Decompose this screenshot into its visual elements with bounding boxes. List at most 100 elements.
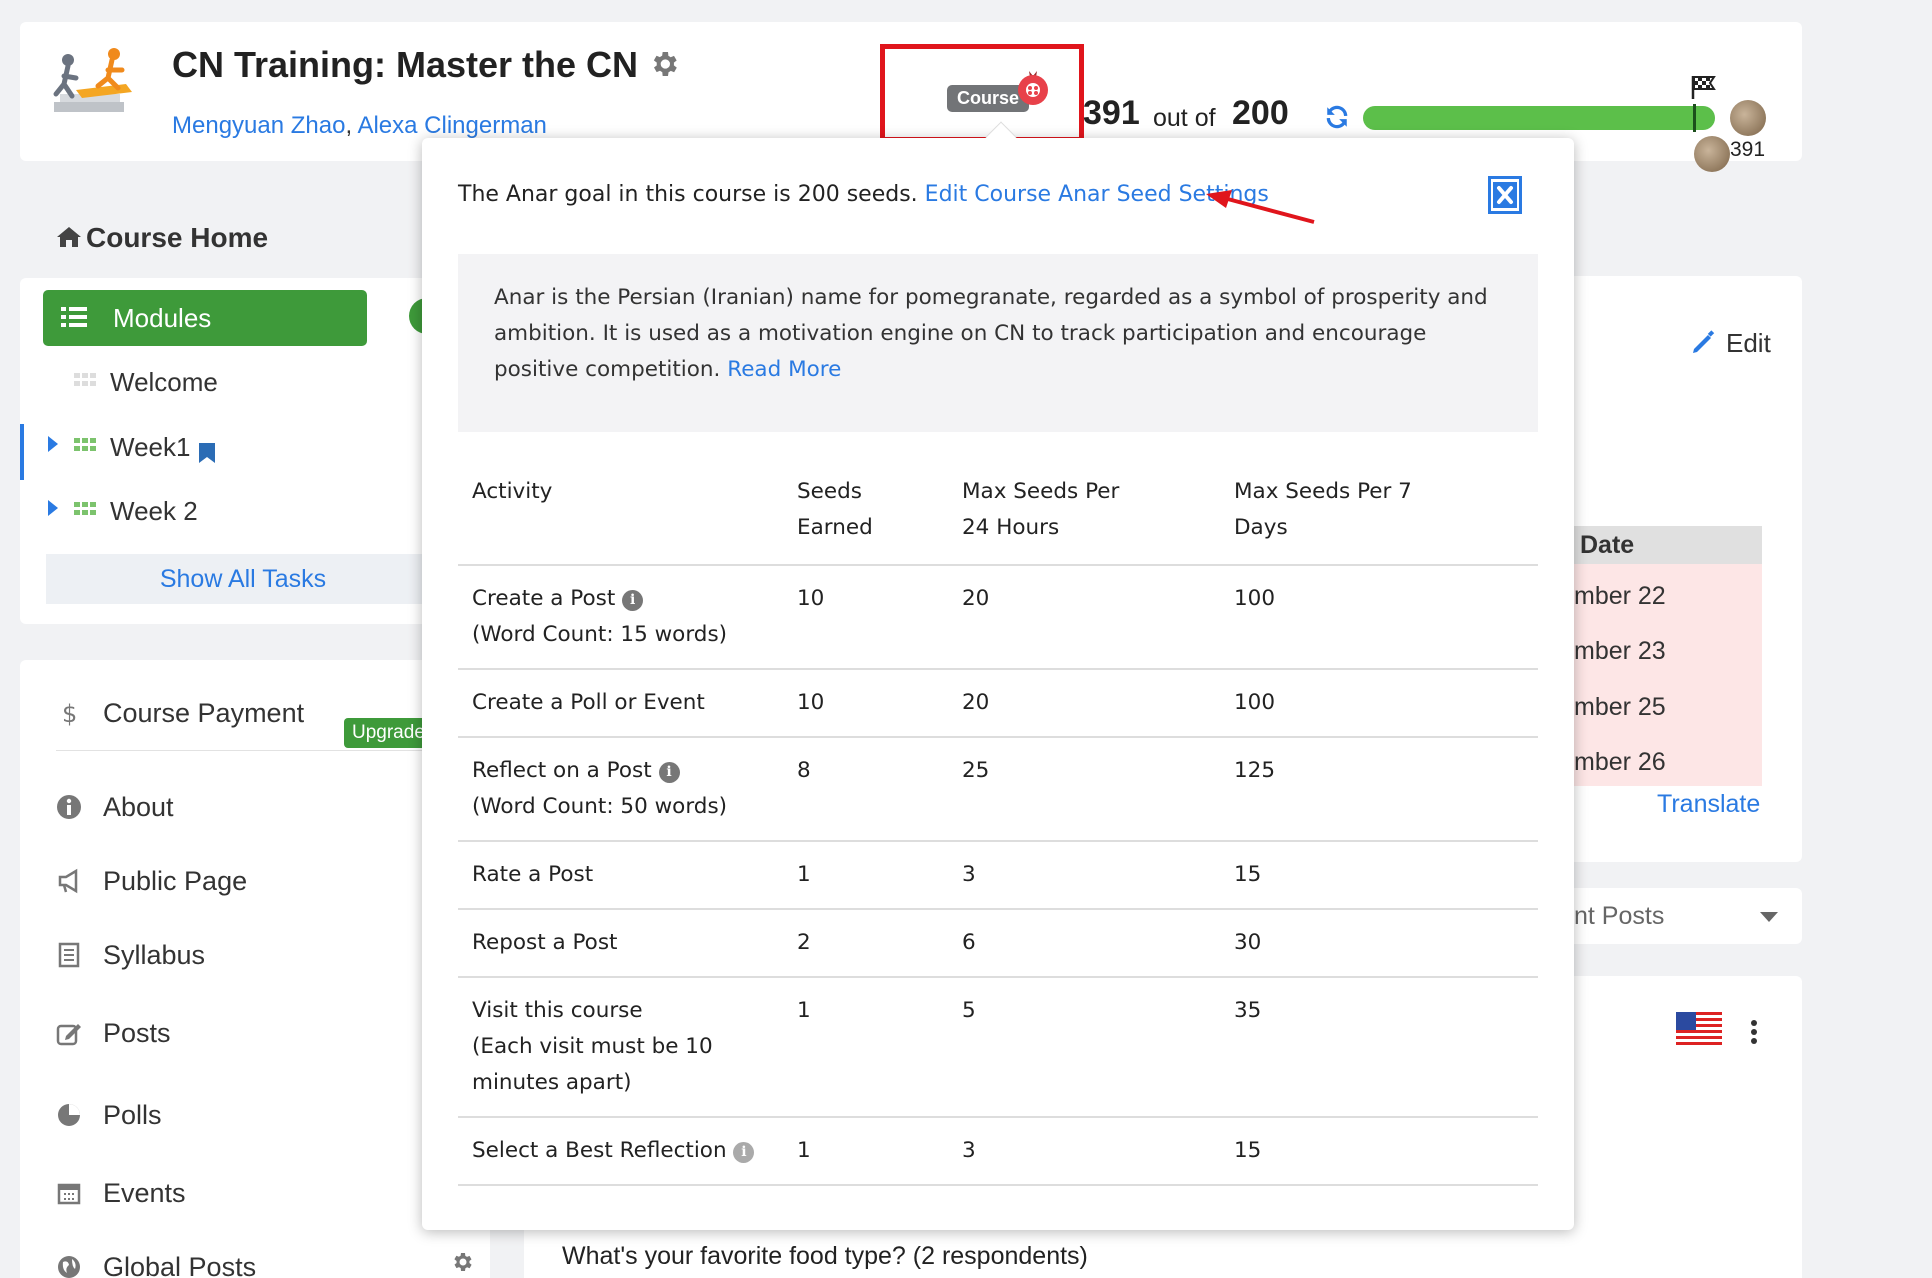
nav-item-posts[interactable]: Posts (20, 1010, 490, 1060)
pencil-icon (1693, 330, 1715, 353)
show-all-tasks-button[interactable]: Show All Tasks (46, 554, 440, 604)
close-popup-button[interactable] (1488, 176, 1522, 214)
bookmark-icon (199, 443, 215, 463)
annotation-arrow (1206, 190, 1315, 224)
anar-seeds-popup: The Anar goal in this course is 200 seed… (422, 121, 1574, 1230)
seeds-cell: 10 (783, 565, 948, 670)
checkered-flag-icon (1691, 76, 1716, 99)
anar-description-text: Anar is the Persian (Iranian) name for p… (494, 285, 1488, 382)
seed-goal: 200 (1232, 94, 1289, 132)
more-options-icon[interactable] (1750, 1020, 1758, 1044)
dollar-icon: $ (62, 700, 77, 726)
table-row: Visit this course (Each visit must be 10… (458, 977, 1538, 1118)
activity-cell: Repost a Post (458, 909, 783, 978)
edit-icon (56, 1024, 81, 1046)
upgrade-badge[interactable]: Upgrade (344, 718, 433, 748)
chevron-down-icon (1760, 912, 1778, 922)
module-item-week2[interactable]: Week 2 (20, 486, 440, 536)
seeds-cell: 1 (783, 977, 948, 1118)
info-icon[interactable]: i (658, 762, 680, 783)
anar-info-box: Anar is the Persian (Iranian) name for p… (458, 254, 1538, 432)
avatar[interactable] (1694, 136, 1730, 172)
avatar-seed-count: 391 (1730, 138, 1766, 161)
nav-item-public-page[interactable]: Public Page (20, 858, 490, 908)
info-icon[interactable]: i (733, 1142, 755, 1163)
table-row: Select a Best Reflection i 1 3 15 (458, 1117, 1538, 1186)
expand-caret-icon[interactable] (48, 500, 58, 516)
seed-progress-bar (1363, 106, 1715, 130)
nav-item-about[interactable]: About (20, 784, 490, 834)
recent-posts-dropdown[interactable]: nt Posts (1560, 888, 1802, 944)
info-icon (57, 795, 81, 819)
column-header-label: Max Seeds Per 24 Hours (962, 479, 1120, 540)
megaphone-icon (58, 868, 78, 894)
column-header: Max Seeds Per 24 Hours (948, 474, 1220, 566)
column-header: Max Seeds Per 7 Days (1220, 474, 1538, 566)
grid-icon (74, 502, 96, 515)
anar-description: Anar is the Persian (Iranian) name for p… (494, 280, 1504, 388)
date-column-header: Date (1560, 526, 1762, 564)
seeds-cell: 10 (783, 669, 948, 738)
recent-posts-label: nt Posts (1574, 902, 1665, 930)
date-row: mber 25 (1574, 693, 1666, 721)
settings-gear-icon[interactable] (648, 48, 680, 80)
nav-item-label: Syllabus (103, 940, 206, 970)
info-icon[interactable]: i (622, 590, 644, 611)
calendar-panel: Edit Date mber 22 mber 23 mber 25 mber 2… (1560, 276, 1802, 862)
out-of-label: out of (1153, 104, 1216, 132)
max7-cell: 100 (1220, 565, 1538, 670)
date-header-label: Date (1580, 531, 1635, 559)
modules-label: Modules (113, 303, 212, 333)
table-row: Repost a Post 2 6 30 (458, 909, 1538, 978)
instructor-link-1[interactable]: Mengyuan Zhao (172, 112, 345, 139)
module-item-welcome[interactable]: Welcome (20, 357, 440, 407)
global-posts-gear-icon[interactable] (450, 1250, 474, 1274)
activity-cell: Select a Best Reflection i (458, 1117, 783, 1186)
divider (56, 750, 456, 751)
read-more-link[interactable]: Read More (727, 357, 841, 382)
activity-name: Create a Poll or Event (472, 690, 705, 715)
max24-cell: 3 (948, 841, 1220, 910)
max7-cell: 125 (1220, 737, 1538, 842)
activity-note: (Word Count: 50 words) (472, 794, 728, 819)
close-icon (1493, 182, 1517, 208)
module-item-week1[interactable]: Week1 (20, 422, 440, 472)
pie-chart-icon (58, 1104, 80, 1126)
nav-item-syllabus[interactable]: Syllabus (20, 932, 490, 982)
activity-name: Create a Post (472, 586, 616, 611)
max7-cell: 15 (1220, 1117, 1538, 1186)
table-row: Create a Poll or Event 10 20 100 (458, 669, 1538, 738)
pomegranate-icon[interactable] (1013, 67, 1053, 107)
nav-item-label: Public Page (103, 866, 248, 896)
expand-caret-icon[interactable] (48, 436, 58, 452)
activity-note: (Each visit must be 10 minutes apart) (472, 1034, 713, 1095)
max7-cell: 30 (1220, 909, 1538, 978)
edit-link[interactable]: Edit (1690, 328, 1771, 359)
translate-link[interactable]: Translate (1657, 790, 1760, 819)
course-home-link[interactable]: Course Home (56, 222, 268, 254)
nav-item-events[interactable]: Events (20, 1170, 490, 1220)
grid-icon (74, 373, 96, 386)
nav-item-course-payment[interactable]: $ Course Payment Upgrade (20, 690, 490, 748)
refresh-icon[interactable] (1324, 104, 1350, 130)
nav-item-label: Posts (103, 1018, 171, 1048)
avatar[interactable] (1730, 100, 1766, 136)
nav-item-label: Events (103, 1178, 186, 1208)
max24-cell: 6 (948, 909, 1220, 978)
us-flag-icon[interactable] (1676, 1012, 1722, 1048)
seed-progress-fill (1363, 106, 1715, 130)
date-row: mber 26 (1574, 748, 1666, 776)
nav-item-global-posts[interactable]: Global Posts (20, 1244, 490, 1278)
edit-label: Edit (1726, 328, 1771, 358)
activity-cell: Visit this course (Each visit must be 10… (458, 977, 783, 1118)
modules-button[interactable]: Modules (43, 290, 367, 346)
column-header-label: Max Seeds Per 7 Days (1234, 479, 1412, 540)
column-header-label: Seeds Earned (797, 479, 873, 540)
svg-text:$: $ (62, 700, 77, 726)
activity-note: (Word Count: 15 words) (472, 622, 728, 647)
grid-icon (74, 438, 96, 451)
course-home-label: Course Home (86, 222, 269, 253)
activity-cell: Rate a Post (458, 841, 783, 910)
instructor-link-2[interactable]: Alexa Clingerman (357, 112, 546, 139)
nav-item-polls[interactable]: Polls (20, 1092, 490, 1142)
